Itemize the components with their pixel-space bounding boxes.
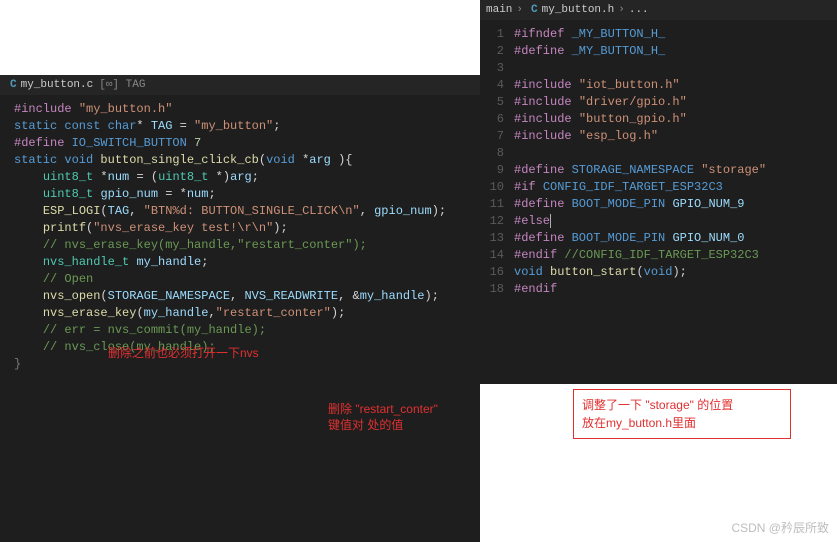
right-editor-pane: main › C my_button.h › ... 1#ifndef _MY_…: [480, 0, 837, 384]
line-number: 9: [480, 162, 514, 179]
code-line[interactable]: 8: [480, 145, 831, 162]
code-line[interactable]: uint8_t gpio_num = *num;: [0, 186, 474, 203]
code-line[interactable]: static const char* TAG = "my_button";: [0, 118, 474, 135]
line-number: 6: [480, 111, 514, 128]
line-number: 7: [480, 128, 514, 145]
line-number: 10: [480, 179, 514, 196]
line-number: 5: [480, 94, 514, 111]
line-number: 12: [480, 213, 514, 230]
left-tab-filename[interactable]: my_button.c: [21, 79, 94, 91]
code-line[interactable]: #include "my_button.h": [0, 101, 474, 118]
code-line[interactable]: 6#include "button_gpio.h": [480, 111, 831, 128]
code-line[interactable]: 10#if CONFIG_IDF_TARGET_ESP32C3: [480, 179, 831, 196]
line-number: 16: [480, 264, 514, 281]
line-number: 13: [480, 230, 514, 247]
code-line[interactable]: uint8_t *num = (uint8_t *)arg;: [0, 169, 474, 186]
code-line[interactable]: 18#endif: [480, 281, 831, 298]
code-line[interactable]: #define IO_SWITCH_BUTTON 7: [0, 135, 474, 152]
line-number: 11: [480, 196, 514, 213]
code-line[interactable]: 5#include "driver/gpio.h": [480, 94, 831, 111]
annotation-storage-note: 调整了一下 "storage" 的位置 放在my_button.h里面: [573, 389, 791, 439]
code-line[interactable]: // Open: [0, 271, 474, 288]
code-line[interactable]: 2#define _MY_BUTTON_H_: [480, 43, 831, 60]
line-number: 14: [480, 247, 514, 264]
code-line[interactable]: 13#define BOOT_MODE_PIN GPIO_NUM_0: [480, 230, 831, 247]
code-line[interactable]: // nvs_erase_key(my_handle,"restart_cont…: [0, 237, 474, 254]
code-line[interactable]: 12#else: [480, 213, 831, 230]
code-line[interactable]: 14#endif //CONFIG_IDF_TARGET_ESP32C3: [480, 247, 831, 264]
code-line[interactable]: printf("nvs_erase_key test!\r\n");: [0, 220, 474, 237]
breadcrumb-file[interactable]: my_button.h: [542, 4, 615, 16]
right-code-area[interactable]: 1#ifndef _MY_BUTTON_H_2#define _MY_BUTTO…: [480, 20, 837, 304]
c-file-icon: C: [10, 79, 17, 91]
chevron-right-icon: ›: [618, 4, 625, 16]
code-line[interactable]: 7#include "esp_log.h": [480, 128, 831, 145]
code-line[interactable]: nvs_open(STORAGE_NAMESPACE, NVS_READWRIT…: [0, 288, 474, 305]
annotation-erase-note: 删除 "restart_conter" 键值对 处的值: [328, 401, 438, 433]
breadcrumb-folder[interactable]: main: [486, 4, 512, 16]
code-line[interactable]: 9#define STORAGE_NAMESPACE "storage": [480, 162, 831, 179]
code-line[interactable]: 4#include "iot_button.h": [480, 77, 831, 94]
code-line[interactable]: nvs_handle_t my_handle;: [0, 254, 474, 271]
left-tabbar: C my_button.c [∞] TAG: [0, 75, 480, 95]
code-line[interactable]: 11#define BOOT_MODE_PIN GPIO_NUM_9: [480, 196, 831, 213]
code-line[interactable]: 3: [480, 60, 831, 77]
annotation-open-note: 删除之前也必须打开一下nvs: [108, 345, 259, 361]
line-number: 1: [480, 26, 514, 43]
line-number: 3: [480, 60, 514, 77]
right-breadcrumb: main › C my_button.h › ...: [480, 0, 837, 20]
line-number: 8: [480, 145, 514, 162]
line-number: 4: [480, 77, 514, 94]
code-line[interactable]: ESP_LOGI(TAG, "BTN%d: BUTTON_SINGLE_CLIC…: [0, 203, 474, 220]
left-tab-sub: [∞] TAG: [99, 79, 145, 91]
code-line[interactable]: 16void button_start(void);: [480, 264, 831, 281]
line-number: 2: [480, 43, 514, 60]
text-cursor: [550, 214, 551, 228]
watermark: CSDN @矜辰所致: [731, 519, 829, 536]
line-number: 18: [480, 281, 514, 298]
left-code-area[interactable]: #include "my_button.h"static const char*…: [0, 95, 480, 379]
breadcrumb-more[interactable]: ...: [629, 4, 649, 16]
code-line[interactable]: // err = nvs_commit(my_handle);: [0, 322, 474, 339]
chevron-right-icon: ›: [516, 4, 523, 16]
c-file-icon: C: [531, 4, 538, 16]
code-line[interactable]: 1#ifndef _MY_BUTTON_H_: [480, 26, 831, 43]
code-line[interactable]: static void button_single_click_cb(void …: [0, 152, 474, 169]
left-editor-pane: C my_button.c [∞] TAG #include "my_butto…: [0, 75, 480, 542]
code-line[interactable]: nvs_erase_key(my_handle,"restart_conter"…: [0, 305, 474, 322]
